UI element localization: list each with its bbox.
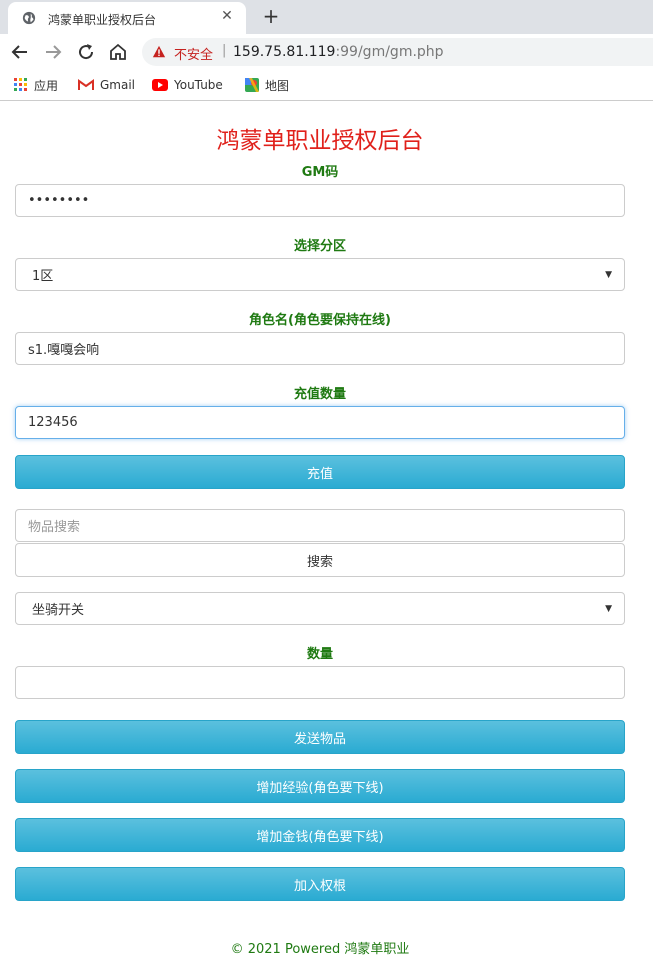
back-arrow-icon[interactable] (8, 40, 32, 64)
forward-arrow-icon[interactable] (41, 40, 65, 64)
bookmark-label: 应用 (34, 78, 59, 93)
bookmark-label: 地图 (265, 78, 290, 93)
item-select[interactable]: 坐骑开关 ▼ (15, 592, 625, 625)
youtube-icon (152, 79, 168, 91)
add-root-button[interactable]: 加入权根 (15, 867, 625, 901)
zone-selected: 1区 (32, 269, 54, 284)
bookmarks-bar: 应用 Gmail YouTube 地图 (0, 70, 653, 101)
gm-code-input[interactable]: •••••••• (15, 184, 625, 217)
zone-select[interactable]: 1区 ▼ (15, 258, 625, 291)
bookmark-gmail[interactable]: Gmail (78, 76, 135, 94)
home-icon[interactable] (106, 40, 130, 64)
bookmark-youtube[interactable]: YouTube (152, 76, 223, 94)
url-host: 159.75.81.119 (233, 44, 336, 60)
recharge-button[interactable]: 充值 (15, 455, 625, 489)
close-tab-icon[interactable]: ✕ (218, 8, 236, 24)
add-exp-button[interactable]: 增加经验(角色要下线) (15, 769, 625, 803)
maps-icon (245, 78, 259, 92)
url-text[interactable]: 159.75.81.119:99/gm/gm.php (233, 44, 444, 60)
gmail-icon (78, 79, 94, 90)
recharge-amount-input[interactable]: 123456 (15, 406, 625, 439)
role-name-input[interactable]: s1.嘎嘎会响 (15, 332, 625, 365)
item-search-placeholder: 物品搜索 (28, 520, 81, 535)
url-separator: | (222, 43, 227, 58)
tab-strip: 鸿蒙单职业授权后台 ✕ + (0, 0, 653, 34)
apps-grid-icon (14, 78, 27, 91)
tab-title: 鸿蒙单职业授权后台 (48, 13, 157, 27)
address-bar[interactable]: 不安全 | 159.75.81.119:99/gm/gm.php (142, 38, 653, 66)
browser-toolbar: 不安全 | 159.75.81.119:99/gm/gm.php (0, 34, 653, 70)
browser-tab[interactable]: 鸿蒙单职业授权后台 ✕ (8, 2, 246, 34)
zone-label: 选择分区 (293, 239, 346, 254)
recharge-amount-label: 充值数量 (293, 387, 346, 402)
add-money-button[interactable]: 增加金钱(角色要下线) (15, 818, 625, 852)
role-name-value: s1.嘎嘎会响 (28, 343, 100, 358)
dropdown-arrow-icon: ▼ (605, 603, 612, 614)
bookmark-label: YouTube (174, 78, 223, 92)
new-tab-button[interactable]: + (261, 4, 281, 28)
globe-icon (22, 11, 36, 25)
dropdown-arrow-icon: ▼ (605, 269, 612, 280)
search-button[interactable]: 搜索 (15, 543, 625, 577)
gm-code-value: •••••••• (28, 193, 90, 208)
warning-icon (152, 45, 166, 58)
bookmark-apps[interactable]: 应用 (14, 76, 58, 94)
role-label: 角色名(角色要保持在线) (249, 313, 391, 328)
recharge-amount-value: 123456 (28, 415, 78, 430)
quantity-input[interactable] (15, 666, 625, 699)
footer-copyright: © 2021 Powered 鸿蒙单职业 (230, 942, 410, 957)
bookmark-maps[interactable]: 地图 (245, 76, 289, 94)
bookmark-label: Gmail (100, 78, 136, 92)
reload-icon[interactable] (74, 40, 98, 64)
quantity-label: 数量 (306, 647, 333, 662)
page-title: 鸿蒙单职业授权后台 (216, 128, 424, 154)
send-item-button[interactable]: 发送物品 (15, 720, 625, 754)
gm-code-label: GM码 (301, 165, 339, 180)
url-path: :99/gm/gm.php (335, 44, 444, 60)
security-status[interactable]: 不安全 (174, 44, 213, 63)
item-search-input[interactable]: 物品搜索 (15, 509, 625, 542)
item-selected: 坐骑开关 (32, 603, 85, 618)
